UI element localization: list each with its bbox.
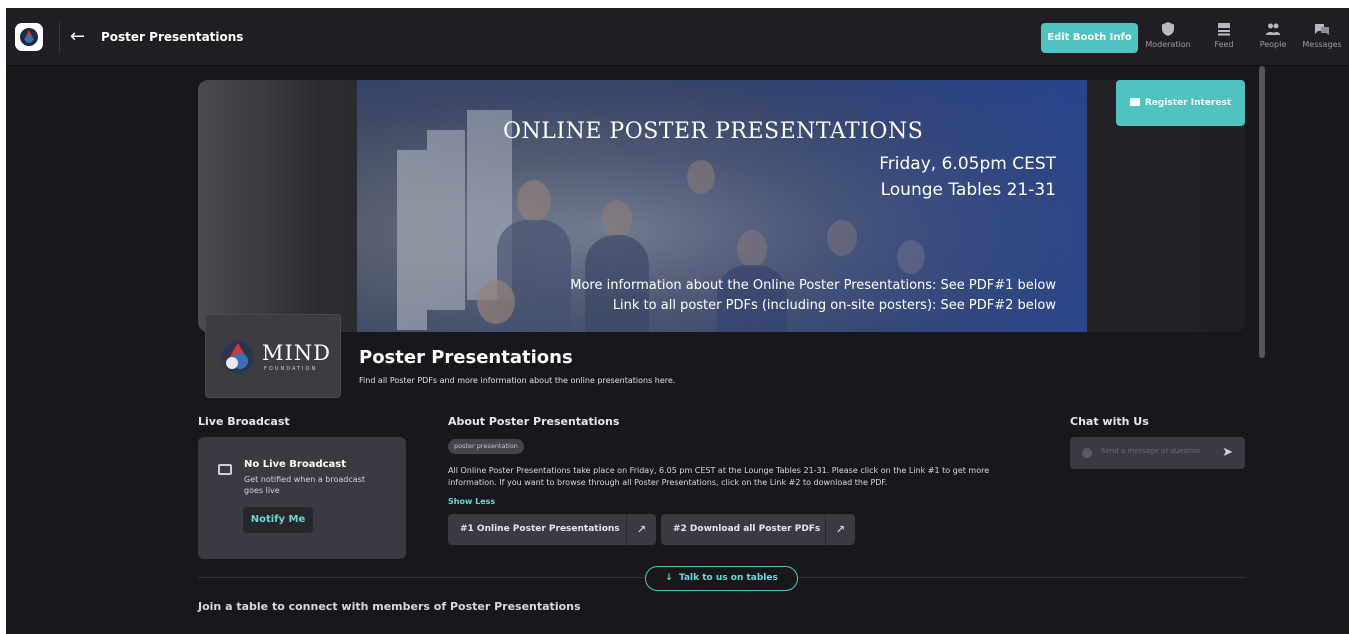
booth-subtitle: Find all Poster PDFs and more informatio… — [359, 376, 676, 385]
people-icon — [1266, 23, 1280, 35]
link-label: #2 Download all Poster PDFs — [673, 524, 821, 534]
nav-people[interactable]: People — [1249, 21, 1297, 49]
top-bar: ← Poster Presentations Edit Booth Info M… — [6, 8, 1349, 66]
talk-button-label: Talk to us on tables — [678, 573, 778, 583]
nav-label: Moderation — [1145, 40, 1191, 49]
mind-logo-icon — [222, 341, 254, 373]
organization-logo: MIND FOUNDATION — [205, 314, 341, 398]
booth-banner: ONLINE POSTER PRESENTATIONS Friday, 6.05… — [198, 80, 1245, 332]
banner-headline: ONLINE POSTER PRESENTATIONS — [503, 119, 924, 144]
emoji-icon[interactable] — [1082, 448, 1092, 458]
link-label: #1 Online Poster Presentations — [460, 524, 620, 534]
feed-icon — [1218, 23, 1230, 36]
booth-title: Poster Presentations — [359, 347, 573, 368]
live-broadcast-heading: Live Broadcast — [198, 415, 290, 428]
live-status-title: No Live Broadcast — [244, 459, 347, 470]
notify-me-button[interactable]: Notify Me — [243, 507, 313, 533]
nav-label: Feed — [1214, 40, 1234, 49]
page-title: Poster Presentations — [101, 30, 244, 44]
nav-label: People — [1259, 40, 1287, 49]
about-heading: About Poster Presentations — [448, 415, 620, 428]
logo-subtext: FOUNDATION — [264, 366, 318, 372]
arrow-left-icon[interactable]: ← — [70, 25, 85, 49]
banner-location: Lounge Tables 21-31 — [880, 180, 1056, 200]
live-broadcast-card: No Live Broadcast Get notified when a br… — [198, 437, 406, 559]
register-interest-label: Register Interest — [1144, 98, 1232, 108]
link-download-poster-pdfs[interactable]: #2 Download all Poster PDFs ↗ — [661, 514, 855, 545]
banner-info-1: More information about the Online Poster… — [570, 278, 1056, 293]
nav-moderation[interactable]: Moderation — [1144, 21, 1192, 49]
logo-text: MIND — [262, 341, 332, 365]
edit-booth-info-button[interactable]: Edit Booth Info — [1041, 23, 1138, 53]
live-status-desc: Get notified when a broadcast goes live — [244, 475, 365, 495]
logo-icon — [20, 28, 38, 46]
join-table-text: Join a table to connect with members of … — [198, 600, 581, 613]
external-link-icon[interactable]: ↗ — [626, 514, 656, 545]
banner-photo — [357, 80, 1087, 332]
send-icon[interactable]: ➤ — [1222, 445, 1233, 460]
card-icon — [1129, 97, 1140, 106]
messages-icon — [1315, 24, 1329, 35]
shield-icon — [1162, 22, 1174, 36]
nav-messages[interactable]: Messages — [1298, 21, 1346, 49]
about-description: All Online Poster Presentations take pla… — [448, 466, 990, 487]
nav-label: Messages — [1302, 40, 1342, 49]
banner-info-2: Link to all poster PDFs (including on-si… — [612, 298, 1056, 313]
scrollbar[interactable] — [1259, 66, 1265, 358]
chat-input[interactable]: Send a message or question ➤ — [1070, 437, 1245, 469]
talk-on-tables-button[interactable]: ↓ Talk to us on tables — [645, 566, 798, 591]
broadcast-off-icon — [218, 464, 232, 475]
link-online-poster-presentations[interactable]: #1 Online Poster Presentations ↗ — [448, 514, 656, 545]
app-logo[interactable] — [15, 23, 43, 51]
divider — [59, 21, 60, 53]
register-interest-button[interactable]: Register Interest — [1116, 80, 1245, 126]
banner-date: Friday, 6.05pm CEST — [879, 154, 1056, 174]
external-link-icon[interactable]: ↗ — [825, 514, 855, 545]
arrow-down-icon: ↓ — [665, 573, 673, 583]
nav-feed[interactable]: Feed — [1200, 21, 1248, 49]
show-less-link[interactable]: Show Less — [448, 497, 495, 506]
chat-placeholder: Send a message or question — [1101, 447, 1201, 455]
chat-heading: Chat with Us — [1070, 415, 1149, 428]
app-frame: ← Poster Presentations Edit Booth Info M… — [6, 8, 1349, 634]
category-tag: poster presentation — [448, 439, 524, 454]
